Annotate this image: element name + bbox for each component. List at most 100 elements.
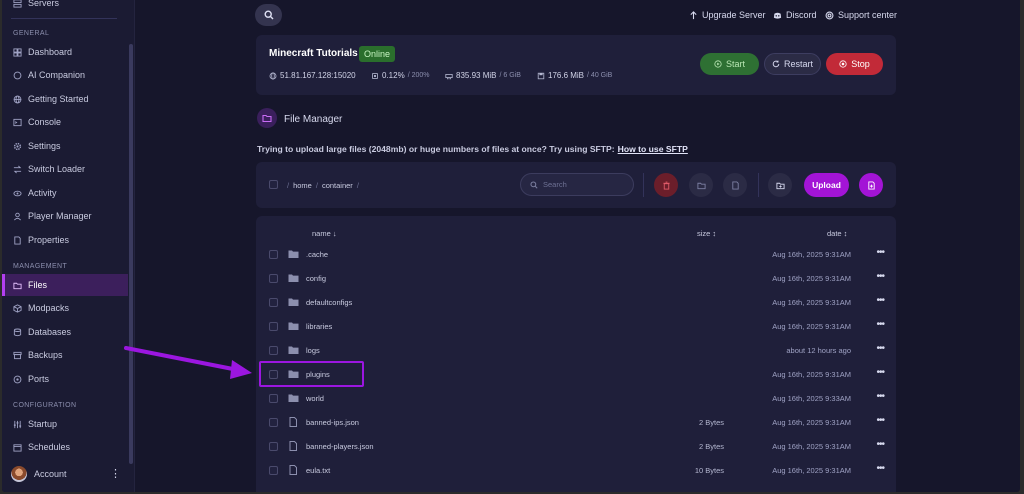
switch-icon (13, 165, 22, 174)
table-row[interactable]: config Aug 16th, 2025 9:31AM ••• (256, 266, 896, 290)
row-checkbox[interactable] (269, 466, 278, 475)
sftp-help-link[interactable]: How to use SFTP (618, 144, 688, 154)
file-name[interactable]: .cache (306, 250, 328, 259)
file-name[interactable]: world (306, 394, 324, 403)
sidebar-item-settings[interactable]: Settings (2, 135, 128, 157)
file-name[interactable]: eula.txt (306, 466, 330, 475)
more-horizontal-icon[interactable]: ••• (876, 415, 884, 426)
more-horizontal-icon[interactable]: ••• (876, 391, 884, 402)
more-horizontal-icon[interactable]: ••• (876, 319, 884, 330)
more-horizontal-icon[interactable]: ••• (876, 343, 884, 354)
sidebar: Servers GENERAL Dashboard AI Companion G… (2, 0, 135, 492)
sidebar-item-schedules[interactable]: Schedules (2, 436, 128, 458)
table-row[interactable]: defaultconfigs Aug 16th, 2025 9:31AM ••• (256, 290, 896, 314)
upload-button[interactable]: Upload (804, 173, 849, 197)
row-checkbox[interactable] (269, 274, 278, 283)
account-label: Account (34, 469, 67, 479)
folder-icon (257, 108, 277, 128)
sidebar-item-modpacks[interactable]: Modpacks (2, 297, 128, 319)
more-horizontal-icon[interactable]: ••• (876, 295, 884, 306)
file-date: Aug 16th, 2025 9:31AM (772, 370, 851, 379)
sidebar-item-databases[interactable]: Databases (2, 321, 128, 343)
discord-icon (773, 12, 782, 19)
sidebar-item-servers[interactable]: Servers (2, 0, 128, 14)
section-heading-general: GENERAL (13, 30, 50, 37)
sidebar-item-console[interactable]: Console (2, 111, 128, 133)
table-row[interactable]: libraries Aug 16th, 2025 9:31AM ••• (256, 314, 896, 338)
table-row[interactable]: .cache Aug 16th, 2025 9:31AM ••• (256, 242, 896, 266)
file-name[interactable]: config (306, 274, 326, 283)
table-row[interactable]: banned-ips.json 2 Bytes Aug 16th, 2025 9:3… (256, 410, 896, 434)
row-checkbox[interactable] (269, 442, 278, 451)
row-checkbox[interactable] (269, 394, 278, 403)
move-button[interactable] (689, 173, 713, 197)
archive-button[interactable] (723, 173, 747, 197)
search-input[interactable] (543, 180, 623, 189)
sidebar-item-dashboard[interactable]: Dashboard (2, 41, 128, 63)
sidebar-item-properties[interactable]: Properties (2, 229, 128, 251)
restart-button[interactable]: Restart (764, 53, 821, 75)
network-icon (13, 375, 22, 384)
breadcrumb-item-home[interactable]: home (293, 181, 312, 190)
more-horizontal-icon[interactable]: ••• (876, 439, 884, 450)
column-header-name[interactable]: name ↓ (312, 229, 337, 238)
search-button[interactable] (255, 4, 282, 26)
column-header-date[interactable]: date ↕ (827, 229, 847, 238)
file-search[interactable] (520, 173, 634, 196)
table-row[interactable]: world Aug 16th, 2025 9:33AM ••• (256, 386, 896, 410)
column-header-size[interactable]: size ↕ (697, 229, 716, 238)
table-row[interactable]: logs about 12 hours ago ••• (256, 338, 896, 362)
select-all-checkbox[interactable] (269, 180, 278, 189)
support-center-link[interactable]: Support center (825, 10, 897, 20)
more-horizontal-icon[interactable]: ••• (876, 271, 884, 282)
sidebar-item-label: Schedules (28, 442, 71, 452)
more-horizontal-icon[interactable]: ••• (876, 247, 884, 258)
sidebar-item-startup[interactable]: Startup (2, 413, 128, 435)
new-folder-button[interactable] (768, 173, 792, 197)
more-horizontal-icon[interactable]: ••• (876, 367, 884, 378)
discord-link[interactable]: Discord (773, 10, 817, 20)
sidebar-item-activity[interactable]: Activity (2, 182, 128, 204)
sidebar-item-ai-companion[interactable]: AI Companion (2, 64, 128, 86)
globe-icon (269, 72, 277, 79)
row-checkbox[interactable] (269, 346, 278, 355)
start-button[interactable]: Start (700, 53, 759, 75)
toolbar-divider (758, 173, 759, 197)
row-checkbox[interactable] (269, 418, 278, 427)
account-menu[interactable]: Account ⋮ (11, 463, 121, 485)
sidebar-item-backups[interactable]: Backups (2, 344, 128, 366)
upgrade-server-link[interactable]: Upgrade Server (689, 10, 766, 20)
delete-button[interactable] (654, 173, 678, 197)
file-name[interactable]: banned-ips.json (306, 418, 359, 427)
file-name[interactable]: banned-players.json (306, 442, 374, 451)
sidebar-item-files[interactable]: Files (2, 274, 128, 296)
sidebar-scrollbar[interactable] (129, 44, 133, 464)
more-horizontal-icon[interactable]: ••• (876, 463, 884, 474)
sftp-note: Trying to upload large files (2048mb) or… (257, 144, 688, 154)
sidebar-item-getting-started[interactable]: Getting Started (2, 88, 128, 110)
file-date: Aug 16th, 2025 9:33AM (772, 394, 851, 403)
database-icon (13, 328, 22, 337)
sidebar-item-ports[interactable]: Ports (2, 368, 128, 390)
sidebar-item-switch-loader[interactable]: Switch Loader (2, 158, 128, 180)
folder-icon (288, 274, 299, 282)
row-checkbox[interactable] (269, 250, 278, 259)
row-checkbox[interactable] (269, 298, 278, 307)
stop-button[interactable]: Stop (826, 53, 883, 75)
file-size: 2 Bytes (698, 442, 724, 451)
file-name[interactable]: libraries (306, 322, 332, 331)
table-row[interactable]: eula.txt 10 Bytes Aug 16th, 2025 9:31AM ••• (256, 458, 896, 482)
more-vertical-icon[interactable]: ⋮ (110, 469, 121, 480)
new-file-button[interactable] (859, 173, 883, 197)
sliders-icon (13, 420, 22, 429)
folder-icon (13, 281, 22, 290)
sidebar-item-player-manager[interactable]: Player Manager (2, 205, 128, 227)
row-checkbox[interactable] (269, 322, 278, 331)
file-name[interactable]: logs (306, 346, 320, 355)
globe-icon (13, 95, 22, 104)
sidebar-item-label: Settings (28, 141, 61, 151)
table-row[interactable]: banned-players.json 2 Bytes Aug 16th, 2025… (256, 434, 896, 458)
breadcrumb-item-container[interactable]: container (322, 181, 353, 190)
sidebar-item-label: Backups (28, 350, 63, 360)
file-name[interactable]: defaultconfigs (306, 298, 352, 307)
